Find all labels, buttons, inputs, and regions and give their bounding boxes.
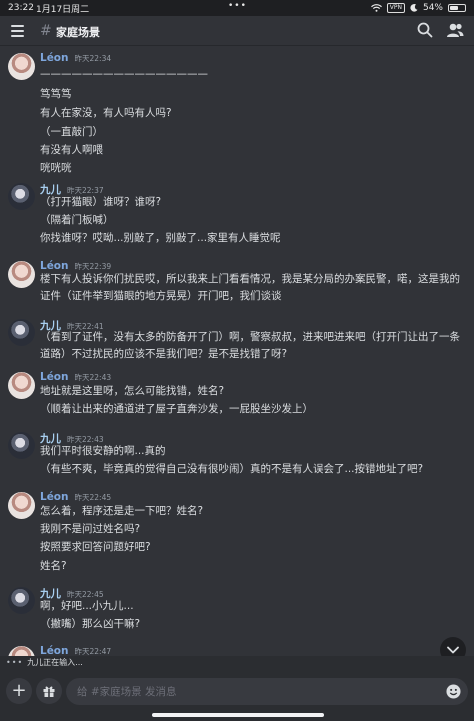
message-text: 楼下有人投诉你们扰民哎，所以我来上门看看情况，我是某分局的办案民警，喏，这是我的… [40,273,460,302]
typing-indicator: ••• 九儿正在输入... [0,656,474,670]
battery-icon [448,4,466,12]
message-text: 按照要求回答问题好吧? [40,541,151,553]
message-text: 咣咣咣 [40,162,72,174]
avatar[interactable] [8,587,35,614]
message-timestamp: 昨天22:47 [74,647,112,656]
message-list[interactable]: Léon 昨天22:34 ———————————————— 笃笃笃 有人在家没，有… [0,46,474,656]
avatar[interactable] [8,372,35,399]
message-text: （打开猫眼）谁呀？谁呀? [40,196,162,208]
message-text: （撇嘴）那么凶干嘛? [40,618,141,630]
status-bar: 23:22 1月17日周二 ••• VPN 54% [0,0,474,16]
message-text: （看到了证件，没有太多的防备开了门）啊，警察叔叔，进来吧进来吧（打开门让出了一条… [40,331,460,360]
chevron-down-icon [447,646,459,654]
avatar[interactable] [8,432,35,459]
plus-icon: + [11,680,27,701]
channel-title: 家庭场景 [56,26,100,39]
message-text: （有些不爽，毕竟真的觉得自己没有很吵闹）真的不是有人误会了...按错地址了吧? [40,463,424,475]
message-text: 有人在家没，有人吗有人吗? [40,107,172,119]
message-timestamp: 昨天22:34 [74,54,112,63]
message-text: 怎么着，程序还是走一下吧？姓名? [40,505,204,517]
message-text: 有没有人啊喂 [40,144,103,156]
message-author[interactable]: Léon [40,52,69,64]
vpn-badge: VPN [386,3,405,13]
avatar[interactable] [8,261,35,288]
message-input[interactable] [66,678,468,705]
message-timestamp: 昨天22:45 [74,493,112,502]
moon-icon [410,4,418,12]
message-text: 姓名? [40,560,67,572]
message-text: 地址就是这里呀，怎么可能找错，姓名? [40,385,225,397]
status-date: 1月17日周二 [36,4,90,15]
members-icon[interactable] [446,22,464,38]
message-text: 笃笃笃 [40,88,72,100]
message-text: 我们平时很安静的啊...真的 [40,445,166,457]
avatar[interactable] [8,492,35,519]
message-author[interactable]: Léon [40,371,69,383]
wifi-icon [370,4,382,12]
message-text: 我刚不是问过姓名吗? [40,523,141,535]
message-text: ———————————————— [40,68,208,80]
message-text: 你找谁呀？哎呦...别敲了，别敲了...家里有人睡觉呢 [40,232,281,244]
avatar[interactable] [8,53,35,80]
message-text: （隔着门板喊） [40,214,114,226]
emoji-icon[interactable] [446,684,461,699]
message-timestamp: 昨天22:39 [74,262,112,271]
status-time: 23:22 [8,3,34,13]
battery-percent: 54% [422,3,443,13]
multitask-dots-icon: ••• [228,1,247,11]
message-text: （顺着让出来的通道进了屋子直奔沙发，一屁股坐沙发上） [40,403,313,415]
hashtag-icon: # [40,23,52,39]
typing-dots-icon: ••• [6,658,24,667]
hamburger-icon[interactable] [11,25,24,40]
search-icon[interactable] [417,22,433,38]
message-author[interactable]: Léon [40,645,69,656]
avatar[interactable] [8,646,35,656]
channel-header: # 家庭场景 [0,16,474,46]
message-timestamp: 昨天22:43 [74,373,112,382]
battery-level [450,6,458,10]
message-text: （一直敲门） [40,126,103,138]
add-attachment-button[interactable]: + [6,678,32,704]
gift-button[interactable] [36,678,62,704]
message-author[interactable]: Léon [40,491,69,503]
gift-icon [43,686,55,697]
typing-text: 九儿正在输入... [27,658,83,667]
avatar[interactable] [8,183,35,210]
message-text: 啊，好吧...小九儿... [40,600,134,612]
home-indicator[interactable] [152,713,324,717]
avatar[interactable] [8,319,35,346]
